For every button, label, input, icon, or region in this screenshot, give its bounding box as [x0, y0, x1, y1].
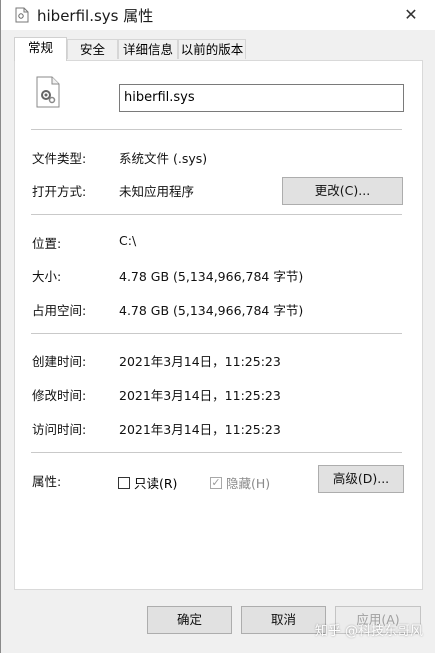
attributes-label: 属性: [32, 474, 62, 489]
size-on-disk-value: 4.78 GB (5,134,966,784 字节) [119, 303, 304, 318]
open-with-value: 未知应用程序 [119, 184, 195, 199]
file-name-field[interactable]: hiberfil.sys [119, 84, 404, 112]
created-label: 创建时间: [32, 354, 87, 369]
tab-previous-versions[interactable]: 以前的版本 [178, 39, 246, 59]
readonly-checkbox[interactable] [118, 476, 130, 489]
accessed-label: 访问时间: [32, 422, 87, 437]
size-label: 大小: [32, 269, 62, 284]
readonly-label: 只读(R) [134, 476, 178, 491]
modified-value: 2021年3月14日，11:25:23 [119, 388, 281, 403]
separator [31, 333, 402, 334]
location-value: C:\ [119, 233, 137, 248]
change-button[interactable]: 更改(C)... [282, 177, 403, 205]
file-type-label: 文件类型: [32, 151, 87, 166]
created-value: 2021年3月14日，11:25:23 [119, 354, 281, 369]
size-value: 4.78 GB (5,134,966,784 字节) [119, 269, 304, 284]
accessed-value: 2021年3月14日，11:25:23 [119, 422, 281, 437]
close-button[interactable]: ✕ [396, 4, 426, 26]
watermark-text: 知乎 @科技东哥风 [314, 624, 423, 639]
separator [31, 452, 402, 453]
file-type-value: 系统文件 (.sys) [119, 151, 208, 166]
advanced-button[interactable]: 高级(D)... [318, 465, 404, 493]
system-file-icon [36, 76, 60, 108]
file-icon [15, 7, 29, 23]
general-panel [14, 60, 423, 590]
separator [31, 129, 402, 130]
hidden-checkbox: ✓ [210, 475, 222, 489]
readonly-checkbox-row[interactable]: 只读(R) [118, 473, 177, 492]
ok-button[interactable]: 确定 [147, 606, 232, 634]
tab-security[interactable]: 安全 [67, 39, 118, 59]
tab-general[interactable]: 常规 [14, 37, 67, 61]
hidden-label: 隐藏(H) [226, 476, 271, 491]
location-label: 位置: [32, 236, 62, 251]
hidden-checkbox-row: ✓ 隐藏(H) [210, 473, 270, 492]
open-with-label: 打开方式: [32, 184, 87, 199]
tab-details[interactable]: 详细信息 [118, 39, 178, 59]
separator [31, 214, 402, 215]
cancel-button[interactable]: 取消 [241, 606, 326, 634]
title-bar[interactable]: hiberfil.sys 属性 ✕ [1, 0, 435, 30]
size-on-disk-label: 占用空间: [32, 303, 87, 318]
properties-window: hiberfil.sys 属性 ✕ 常规 安全 详细信息 以前的版本 hiber… [0, 0, 435, 653]
modified-label: 修改时间: [32, 388, 87, 403]
window-title: hiberfil.sys 属性 [37, 7, 154, 25]
